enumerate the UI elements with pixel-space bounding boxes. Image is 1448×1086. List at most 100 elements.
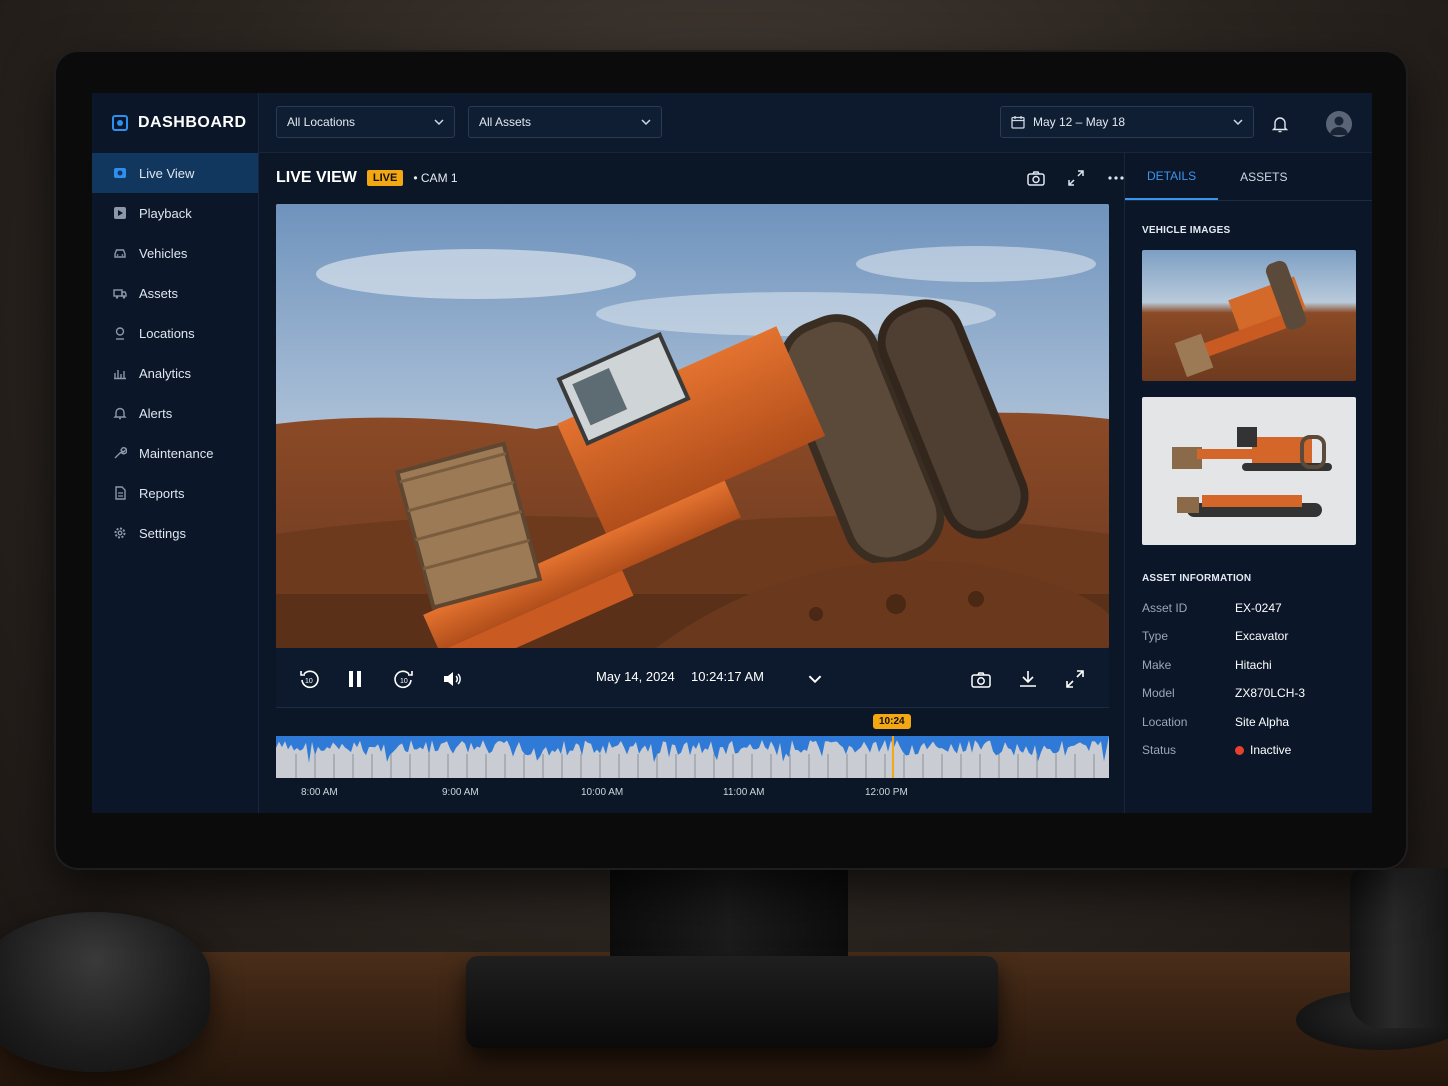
vehicle-diagram-thumbnail[interactable] [1142,397,1356,545]
asset-information-title: ASSET INFORMATION [1142,573,1252,584]
document-icon [113,486,127,500]
live-badge: LIVE [366,170,404,186]
vehicle-images-title: VEHICLE IMAGES [1142,225,1231,236]
snapshot-camera-icon[interactable] [1026,168,1046,188]
excavator-photo [1174,260,1307,378]
timeline-track[interactable] [276,736,1109,778]
sidebar-item-label: Analytics [139,365,192,381]
camera-label: • CAM 1 [413,171,458,185]
expand-icon[interactable] [1066,168,1086,188]
info-value: EX-0247 [1235,601,1282,615]
bell-icon [113,406,127,420]
video-feed[interactable] [276,204,1109,648]
download-icon[interactable] [1017,668,1039,690]
info-label: Make [1142,658,1172,672]
info-label: Asset ID [1142,601,1188,615]
info-value: ZX870LCH-3 [1235,686,1306,700]
tick-label: 12:00 PM [865,787,908,798]
snapshot-camera-icon[interactable] [970,668,992,690]
more-options-icon[interactable] [1106,168,1126,188]
mug [1350,868,1448,1028]
sidebar-item-label: Maintenance [139,445,214,461]
asset-select[interactable]: All Assets [468,106,662,138]
rewind-10-icon[interactable]: 10 [298,668,320,690]
page-title: LIVE VIEW [276,169,357,186]
info-value: Excavator [1235,629,1289,643]
svg-text:10: 10 [305,678,313,685]
chevron-down-icon[interactable] [808,672,822,686]
tick-label: 11:00 AM [723,787,765,798]
info-value: Site Alpha [1235,715,1290,729]
dashboard-icon [112,115,128,131]
panel-tabs: DETAILS ASSETS [1125,153,1372,201]
volume-icon[interactable] [441,668,463,690]
speaker [0,912,210,1072]
tick-label: 9:00 AM [442,787,479,798]
details-panel: DETAILS ASSETS VEHICLE IMAGES ASSET INFO… [1124,153,1372,813]
brand-title: DASHBOARD [138,114,247,131]
info-row-make: Make Hitachi [1142,658,1272,672]
info-label: Type [1142,629,1169,643]
sidebar-item-reports[interactable]: Reports [92,473,258,513]
monitor-stand [610,860,848,970]
excavator-diagram [1172,427,1332,517]
sidebar-item-label: Alerts [139,405,173,421]
sidebar-item-analytics[interactable]: Analytics [92,353,258,393]
info-row-model: Model ZX870LCH-3 [1142,686,1305,700]
playback-controls: 10 10 May 14, 2024 10:24:17 AM [276,648,1109,708]
user-icon [1330,116,1348,135]
pin-icon [113,326,127,340]
status-text: Inactive [1250,743,1292,757]
sidebar-item-locations[interactable]: Locations [92,313,258,353]
chart-icon [113,366,127,380]
screen: DASHBOARD Live View Playback Vehicles As… [92,93,1372,813]
sidebar-item-live-view[interactable]: Live View [92,153,258,193]
status-value: Inactive [1235,743,1291,757]
tick-label: 8:00 AM [301,787,338,798]
playback-date: May 14, 2024 [596,669,675,684]
sidebar-item-vehicles[interactable]: Vehicles [92,233,258,273]
status-dot-icon [1235,745,1244,755]
topbar: All Locations All Assets May 12 – May 18 [259,93,1372,153]
info-value: Hitachi [1235,658,1272,672]
asset-select-value: All Assets [479,115,532,129]
info-row-location: Location Site Alpha [1142,715,1289,729]
avatar[interactable] [1326,111,1352,137]
sidebar-item-label: Reports [139,485,185,501]
sidebar: DASHBOARD Live View Playback Vehicles As… [92,93,259,813]
truck-icon [113,286,127,300]
activity-waveform [276,736,1109,778]
tab-assets[interactable]: ASSETS [1218,153,1309,200]
vehicle-image-thumbnail[interactable] [1142,250,1356,381]
sidebar-item-maintenance[interactable]: Maintenance [92,433,258,473]
brand[interactable]: DASHBOARD [92,93,258,153]
tab-details[interactable]: DETAILS [1125,153,1219,200]
sidebar-item-playback[interactable]: Playback [92,193,258,233]
header-actions [1026,168,1126,188]
sidebar-item-label: Settings [139,525,186,541]
sidebar-item-assets[interactable]: Assets [92,273,258,313]
info-label: Model [1142,686,1175,700]
forward-10-icon[interactable]: 10 [393,668,415,690]
timeline-ticks: 8:00 AM 9:00 AM 10:00 AM 11:00 AM 12:00 … [276,787,1109,801]
sidebar-item-label: Live View [139,165,195,181]
fullscreen-icon[interactable] [1064,668,1086,690]
date-range-select[interactable]: May 12 – May 18 [1000,106,1254,138]
timeline-marker[interactable]: 10:24 [873,714,911,729]
pause-icon[interactable] [344,668,366,690]
wrench-icon [113,446,127,460]
info-row-type: Type Excavator [1142,629,1288,643]
sidebar-item-settings[interactable]: Settings [92,513,258,553]
chevron-down-icon [434,119,444,126]
info-row-asset-id: Asset ID EX-0247 [1142,601,1282,615]
info-label: Status [1142,743,1177,757]
notifications-bell-icon[interactable] [1271,115,1289,133]
car-icon [113,246,127,260]
live-view-header: LIVE VIEW LIVE • CAM 1 [276,153,1126,203]
location-select[interactable]: All Locations [276,106,455,138]
sidebar-item-alerts[interactable]: Alerts [92,393,258,433]
playback-time: 10:24:17 AM [691,669,764,684]
chevron-down-icon [1233,119,1243,126]
play-icon [113,206,127,220]
location-select-value: All Locations [287,115,356,129]
